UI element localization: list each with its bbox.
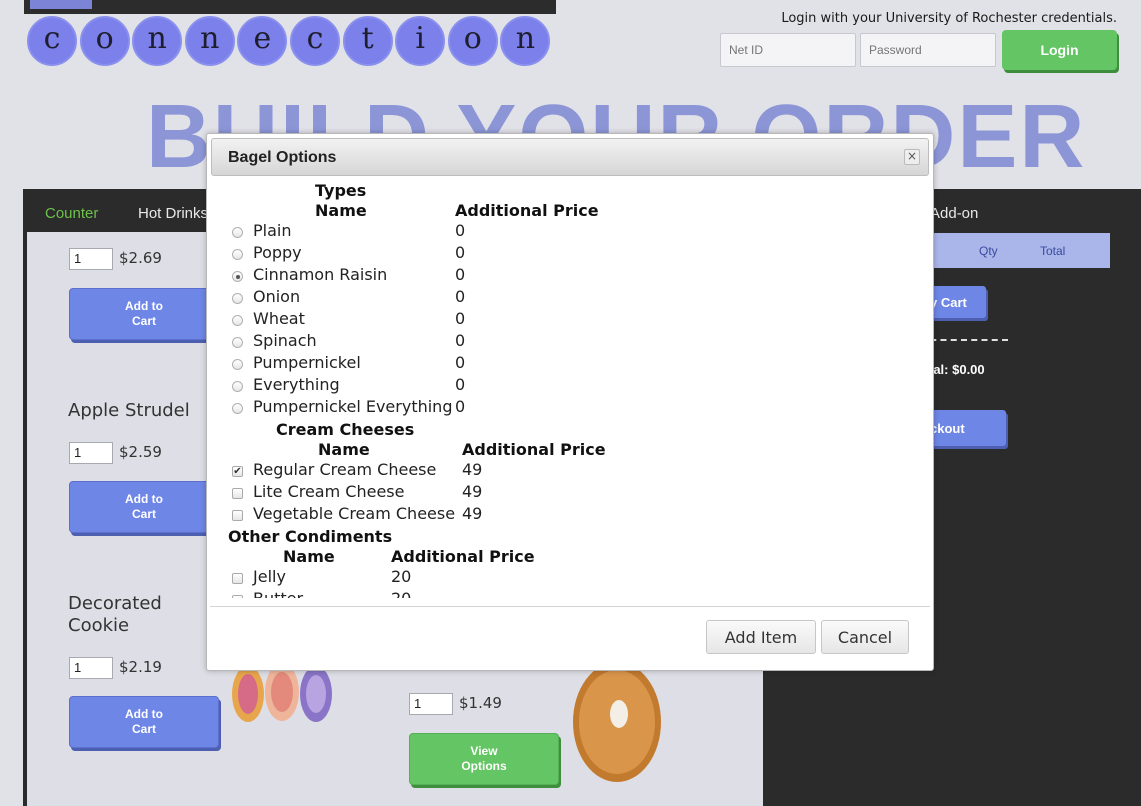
type-radio-button[interactable]	[232, 359, 243, 370]
option-name: Spinach	[253, 331, 317, 350]
option-checkbox[interactable]	[232, 488, 243, 499]
add-to-cart-button[interactable]: Add to Cart	[69, 481, 219, 533]
type-radio-button[interactable]	[232, 271, 243, 282]
cart-header: Qty Total	[930, 233, 1110, 268]
password-input[interactable]	[860, 33, 996, 67]
dialog-divider	[210, 606, 930, 607]
option-name: Plain	[253, 221, 292, 240]
option-checkbox[interactable]: ✔	[232, 466, 243, 477]
cart-total-column: Total	[1040, 244, 1066, 258]
top-nav-bar	[24, 0, 556, 14]
netid-input[interactable]	[720, 33, 856, 67]
item-price: $2.19	[119, 658, 162, 676]
cream-price-column: Additional Price	[462, 440, 606, 459]
type-radio-button[interactable]	[232, 315, 243, 326]
add-to-cart-button[interactable]: Add to Cart	[69, 288, 219, 340]
item-price: $2.69	[119, 249, 162, 267]
types-name-column: Name	[315, 201, 367, 220]
quantity-input[interactable]: 1	[69, 657, 113, 679]
types-heading: Types	[315, 181, 367, 200]
cream-cheeses-heading: Cream Cheeses	[276, 420, 415, 439]
option-price: 0	[455, 287, 466, 306]
item-title: Decorated Cookie	[68, 593, 162, 636]
bagel-options-dialog: Bagel Options × Types Name Additional Pr…	[206, 133, 934, 671]
tab-hot-drinks[interactable]: Hot Drinks	[138, 205, 208, 222]
option-name: Pumpernickel	[253, 353, 361, 372]
option-name: Everything	[253, 375, 340, 394]
option-checkbox[interactable]	[232, 595, 243, 598]
condiments-heading: Other Condiments	[228, 527, 393, 546]
option-price: 0	[455, 353, 466, 372]
logo-letter: n	[184, 16, 235, 66]
cancel-button[interactable]: Cancel	[821, 620, 909, 654]
add-item-button[interactable]: Add Item	[706, 620, 816, 654]
option-price: 49	[462, 460, 483, 479]
logo-letter: o	[447, 16, 498, 66]
item-price: $2.59	[119, 443, 162, 461]
option-price: 0	[455, 221, 466, 240]
option-name: Lite Cream Cheese	[253, 482, 405, 501]
empty-cart-button[interactable]: y Cart	[930, 286, 986, 318]
type-radio-button[interactable]	[232, 337, 243, 348]
option-price: 0	[455, 243, 466, 262]
type-radio-button[interactable]	[232, 293, 243, 304]
types-price-column: Additional Price	[455, 201, 599, 220]
logo-letter: e	[237, 16, 288, 66]
item-price: $1.49	[459, 694, 502, 712]
option-name: Poppy	[253, 243, 302, 262]
logo-letter: n	[132, 16, 183, 66]
option-price: 0	[455, 375, 466, 394]
cart-qty-column: Qty	[979, 244, 998, 258]
option-name: Onion	[253, 287, 301, 306]
type-radio-button[interactable]	[232, 227, 243, 238]
option-name: Pumpernickel Everything	[253, 397, 453, 416]
logo-letter: c	[27, 16, 77, 66]
tab-counter[interactable]: Counter	[45, 205, 98, 222]
close-icon[interactable]: ×	[904, 149, 920, 165]
type-radio-button[interactable]	[232, 403, 243, 414]
cream-name-column: Name	[318, 440, 370, 459]
option-price: 20	[391, 589, 411, 598]
option-name: Jelly	[253, 567, 286, 586]
option-price: 20	[391, 567, 412, 586]
option-price: 49	[462, 504, 483, 523]
view-options-button[interactable]: View Options	[409, 733, 559, 785]
type-radio-button[interactable]	[232, 381, 243, 392]
option-name: Regular Cream Cheese	[253, 460, 437, 479]
option-checkbox[interactable]	[232, 573, 243, 584]
login-button[interactable]: Login	[1002, 30, 1117, 70]
option-price: 0	[455, 265, 466, 284]
dialog-body: Types Name Additional Price Plain 0 Poppy 0…	[210, 178, 930, 598]
condiments-price-column: Additional Price	[391, 547, 535, 566]
option-price: 0	[455, 331, 466, 350]
top-nav-tab[interactable]	[30, 0, 92, 9]
cart-total: tal: $0.00	[929, 362, 985, 377]
option-price: 0	[455, 397, 466, 416]
option-name: Butter	[253, 589, 303, 598]
logo-letter: i	[395, 16, 446, 66]
quantity-input[interactable]: 1	[69, 442, 113, 464]
option-price: 49	[462, 482, 483, 501]
checkout-button[interactable]: ckout	[930, 410, 1006, 446]
option-price: 0	[455, 309, 466, 328]
logo-letter: t	[342, 16, 393, 66]
type-radio-button[interactable]	[232, 249, 243, 260]
dialog-title: Bagel Options	[228, 149, 337, 166]
login-prompt: Login with your University of Rochester …	[781, 11, 1117, 26]
option-name: Cinnamon Raisin	[253, 265, 388, 284]
option-name: Wheat	[253, 309, 305, 328]
bagel-image	[573, 662, 661, 782]
quantity-input[interactable]: 1	[69, 248, 113, 270]
option-name: Vegetable Cream Cheese	[253, 504, 456, 523]
logo-letter: o	[79, 16, 130, 66]
option-checkbox[interactable]	[232, 510, 243, 521]
add-to-cart-button[interactable]: Add to Cart	[69, 696, 219, 748]
dialog-header: Bagel Options ×	[211, 138, 929, 176]
logo-letter: c	[290, 16, 340, 66]
item-title: Apple Strudel	[68, 400, 190, 421]
condiments-name-column: Name	[283, 547, 335, 566]
tab-add-on[interactable]: Add-on	[930, 205, 978, 222]
logo-letter: n	[500, 16, 551, 66]
quantity-input[interactable]: 1	[409, 693, 453, 715]
